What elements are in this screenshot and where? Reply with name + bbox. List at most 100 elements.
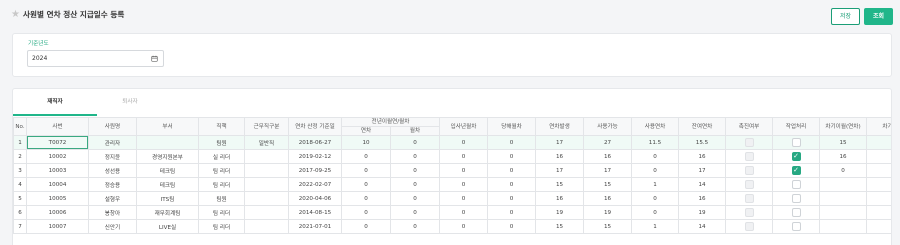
cell-emp-no[interactable]: 10007 [26,219,89,234]
col-header-name[interactable]: 사원명 [88,117,137,136]
cell-extra[interactable] [866,219,891,234]
cell-annual-gen[interactable]: 16 [535,149,585,164]
col-header-remaining[interactable]: 잔여연차 [678,117,727,136]
cell-name[interactable]: 설형우 [88,191,137,206]
cell-remaining[interactable]: 15.5 [678,135,727,150]
cell-process[interactable] [772,219,821,234]
process-checkbox[interactable] [791,180,801,189]
col-header-extra[interactable]: 차기 [866,117,891,136]
cell-cur-month[interactable]: 0 [487,219,537,234]
col-header-emp-no[interactable]: 사번 [26,117,89,136]
cell-prev-annual[interactable]: 0 [341,163,391,178]
cell-used[interactable]: 1 [631,177,680,192]
cell-process[interactable] [772,177,821,192]
tab-resigned-employees[interactable]: 퇴사자 [97,89,163,116]
calendar-icon[interactable] [151,55,158,62]
cell-extra[interactable] [866,205,891,220]
cell-usable[interactable]: 27 [583,135,633,150]
cell-carryover[interactable] [819,219,868,234]
cell-process[interactable]: ✓ [772,149,821,164]
search-button[interactable]: 조회 [864,8,893,25]
cell-used[interactable]: 0 [631,149,680,164]
cell-carryover[interactable]: 16 [819,149,868,164]
col-header-cur-month[interactable]: 당해월차 [487,117,537,136]
cell-annual-gen[interactable]: 15 [535,177,585,192]
save-button[interactable]: 저장 [831,8,860,25]
cell-emp-no[interactable]: T0072 [26,135,89,150]
cell-process[interactable]: ✓ [772,163,821,178]
cell-work-type[interactable] [244,149,289,164]
cell-position[interactable]: 팀 리더 [198,205,245,220]
cell-base-date[interactable]: 2021-07-01 [288,219,342,234]
cell-annual-gen[interactable]: 15 [535,219,585,234]
cell-prev-annual[interactable]: 0 [341,191,391,206]
cell-base-date[interactable]: 2014-08-15 [288,205,342,220]
cell-prev-monthly[interactable]: 0 [389,219,441,234]
cell-prev-monthly[interactable]: 0 [389,163,441,178]
cell-process[interactable] [772,205,821,220]
col-header-usable[interactable]: 사용가능 [583,117,633,136]
cell-used[interactable]: 11.5 [631,135,680,150]
cell-prev-annual[interactable]: 10 [341,135,391,150]
cell-carryover[interactable]: 15 [819,135,868,150]
cell-name[interactable]: 신안기 [88,219,137,234]
cell-usable[interactable]: 17 [583,163,633,178]
cell-name[interactable]: 봉창아 [88,205,137,220]
table-row[interactable]: 6 10006 봉창아 재무회계팀 팀 리더 2014-08-15 0 0 0 … [13,205,891,220]
cell-used[interactable]: 1 [631,219,680,234]
cell-remaining[interactable]: 16 [678,149,727,164]
cell-base-date[interactable]: 2020-04-06 [288,191,342,206]
cell-emp-no[interactable]: 10004 [26,177,89,192]
cell-work-type[interactable]: 일반직 [244,135,289,150]
cell-extra[interactable] [866,149,891,164]
cell-prev-annual[interactable]: 0 [341,205,391,220]
cell-name[interactable]: 정승용 [88,177,137,192]
cell-usable[interactable]: 19 [583,205,633,220]
cell-extra[interactable] [866,163,891,178]
cell-prev-monthly[interactable]: 0 [389,205,441,220]
col-header-prev-monthly[interactable]: 월차 [389,126,441,136]
col-header-promote[interactable]: 촉진여부 [725,117,774,136]
cell-base-date[interactable]: 2018-06-27 [288,135,342,150]
cell-base-date[interactable]: 2017-09-25 [288,163,342,178]
col-header-process[interactable]: 작업처리 [772,117,821,136]
cell-position[interactable]: 팀원 [198,135,245,150]
cell-extra[interactable] [866,177,891,192]
cell-emp-no[interactable]: 10006 [26,205,89,220]
cell-remaining[interactable]: 16 [678,191,727,206]
cell-work-type[interactable] [244,163,289,178]
cell-dept[interactable]: 재무회계팀 [136,205,199,220]
cell-usable[interactable]: 16 [583,149,633,164]
cell-name[interactable]: 성선용 [88,163,137,178]
year-input[interactable]: 2024 [27,50,164,67]
star-icon[interactable]: ★ [11,9,20,21]
cell-usable[interactable]: 15 [583,177,633,192]
cell-prev-annual[interactable]: 0 [341,219,391,234]
cell-dept[interactable]: 테크팀 [136,177,199,192]
cell-work-type[interactable] [244,177,289,192]
cell-cur-month[interactable]: 0 [487,177,537,192]
cell-join-month[interactable]: 0 [439,191,489,206]
cell-process[interactable] [772,135,821,150]
cell-work-type[interactable] [244,205,289,220]
col-header-base-date[interactable]: 연차 산정 기준일 [288,117,342,136]
cell-remaining[interactable]: 17 [678,163,727,178]
cell-annual-gen[interactable]: 19 [535,205,585,220]
table-row[interactable]: 7 10007 신안기 LIVE실 팀 리더 2021-07-01 0 0 0 … [13,219,891,234]
cell-extra[interactable] [866,135,891,150]
cell-annual-gen[interactable]: 17 [535,135,585,150]
cell-join-month[interactable]: 0 [439,219,489,234]
cell-prev-monthly[interactable]: 0 [389,149,441,164]
cell-base-date[interactable]: 2022-02-07 [288,177,342,192]
process-checkbox[interactable] [791,194,801,203]
cell-work-type[interactable] [244,219,289,234]
cell-carryover[interactable] [819,177,868,192]
cell-dept[interactable]: 경영지원본부 [136,149,199,164]
cell-join-month[interactable]: 0 [439,177,489,192]
cell-join-month[interactable]: 0 [439,163,489,178]
cell-base-date[interactable]: 2019-02-12 [288,149,342,164]
table-row[interactable]: 2 10002 정지윤 경영지원본부 실 리더 2019-02-12 0 0 0… [13,149,891,164]
cell-name[interactable]: 정지윤 [88,149,137,164]
process-checkbox[interactable] [791,138,801,147]
col-header-work-type[interactable]: 근무직구분 [244,117,289,136]
